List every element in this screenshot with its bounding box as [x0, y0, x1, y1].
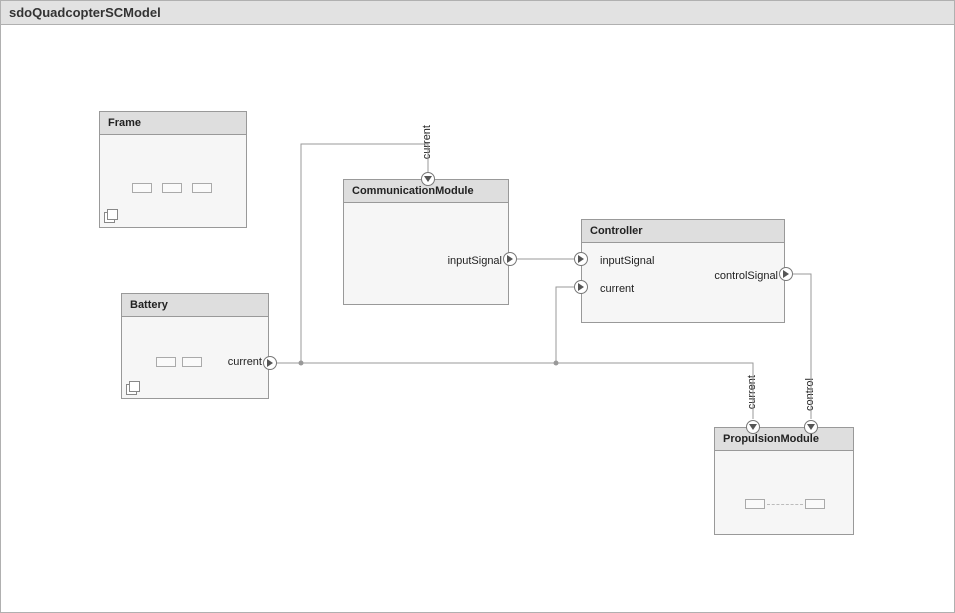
diagram-canvas[interactable]: Frame Battery current CommunicationModul…	[1, 25, 954, 612]
propulsion-slot	[805, 499, 825, 509]
controller-port-current-label: current	[600, 283, 634, 295]
controller-port-inputsignal[interactable]	[574, 252, 588, 266]
subsystem-icon	[126, 381, 140, 395]
comm-port-current-label: current	[421, 125, 433, 159]
battery-port-current[interactable]	[263, 356, 277, 370]
propulsion-port-current[interactable]	[746, 420, 760, 434]
model-window: sdoQuadcopterSCModel Frame	[0, 0, 955, 613]
comm-port-inputsignal-label: inputSignal	[448, 255, 502, 267]
controller-port-controlsignal[interactable]	[779, 267, 793, 281]
controller-port-inputsignal-label: inputSignal	[600, 255, 654, 267]
frame-slot	[132, 183, 152, 193]
block-controller-header: Controller	[582, 220, 784, 243]
block-frame-header: Frame	[100, 112, 246, 135]
battery-slot	[156, 357, 176, 367]
block-propulsion-header: PropulsionModule	[715, 428, 853, 451]
battery-slot	[182, 357, 202, 367]
propulsion-port-control[interactable]	[804, 420, 818, 434]
window-title: sdoQuadcopterSCModel	[1, 1, 954, 25]
block-controller[interactable]: Controller inputSignal current controlSi…	[581, 219, 785, 323]
controller-port-controlsignal-label: controlSignal	[714, 270, 778, 282]
block-frame[interactable]: Frame	[99, 111, 247, 228]
propulsion-slot-link	[767, 504, 803, 505]
comm-port-inputsignal[interactable]	[503, 252, 517, 266]
block-battery[interactable]: Battery current	[121, 293, 269, 399]
controller-port-current[interactable]	[574, 280, 588, 294]
subsystem-icon	[104, 209, 118, 223]
frame-slot	[192, 183, 212, 193]
frame-slot	[162, 183, 182, 193]
propulsion-port-control-label: control	[804, 378, 816, 411]
block-communication-module[interactable]: CommunicationModule inputSignal	[343, 179, 509, 305]
propulsion-slot	[745, 499, 765, 509]
comm-port-current[interactable]	[421, 172, 435, 186]
propulsion-port-current-label: current	[746, 375, 758, 409]
block-battery-header: Battery	[122, 294, 268, 317]
block-propulsion-module[interactable]: PropulsionModule	[714, 427, 854, 535]
battery-port-current-label: current	[228, 356, 262, 368]
